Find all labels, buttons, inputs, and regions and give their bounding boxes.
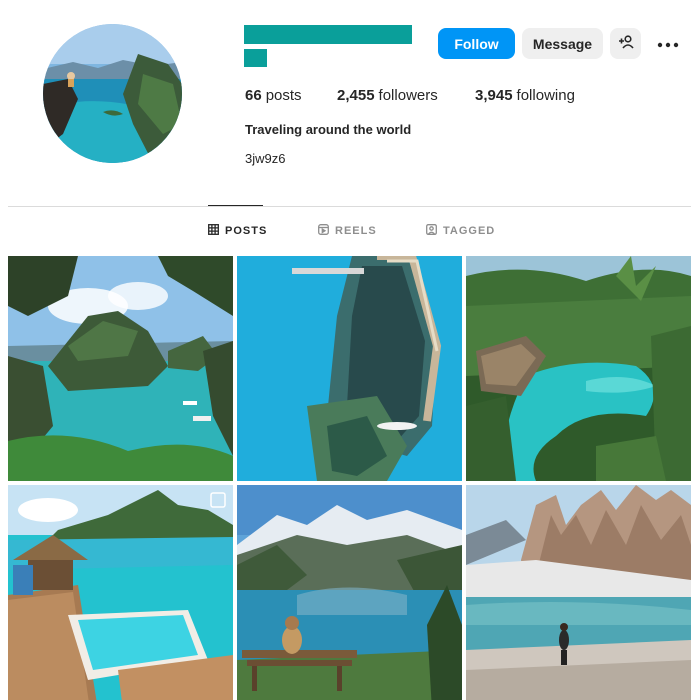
post-tile[interactable] (8, 485, 233, 700)
following-stat[interactable]: 3,945 following (475, 87, 575, 104)
post-image-shipwreck (237, 256, 462, 481)
followers-count: 2,455 (337, 87, 375, 104)
post-tile[interactable] (8, 256, 233, 481)
add-person-icon (618, 34, 634, 53)
post-image-alpine-lake (237, 485, 462, 700)
post-tile[interactable] (237, 485, 462, 700)
username-redacted-line2 (244, 49, 267, 67)
profile-handle: 3jw9z6 (245, 151, 286, 166)
more-options-icon (657, 35, 679, 53)
post-image-jungle-resort (466, 256, 691, 481)
posts-count: 66 (245, 87, 262, 104)
username-redacted (244, 25, 412, 44)
post-tile[interactable] (466, 485, 691, 700)
message-button[interactable]: Message (522, 28, 603, 59)
followers-stat[interactable]: 2,455 followers (337, 87, 438, 104)
more-options-button[interactable] (654, 33, 682, 55)
followers-label: followers (378, 87, 438, 104)
post-image-lagoon (8, 256, 233, 481)
post-image-bungalow (8, 485, 233, 700)
tab-tagged[interactable]: TAGGED (426, 224, 495, 238)
posts-stat: 66 posts (245, 87, 302, 104)
profile-bio: Traveling around the world (245, 122, 412, 137)
grid-icon (208, 224, 219, 238)
post-tile[interactable] (466, 256, 691, 481)
posts-label: posts (265, 87, 302, 104)
following-label: following (516, 87, 575, 104)
tab-tagged-label: TAGGED (443, 225, 496, 237)
tab-posts[interactable]: POSTS (208, 224, 267, 238)
tab-reels-label: REELS (335, 225, 377, 237)
reels-icon (318, 224, 329, 238)
profile-avatar[interactable] (43, 24, 182, 163)
tab-posts-label: POSTS (225, 225, 268, 237)
tab-reels[interactable]: REELS (318, 224, 377, 238)
tagged-icon (426, 224, 437, 238)
post-image-dolomites-lake (466, 485, 691, 700)
profile-tabs: POSTS REELS TAGGED (0, 224, 700, 240)
follow-button[interactable]: Follow (438, 28, 515, 59)
suggest-accounts-button[interactable] (610, 28, 641, 59)
active-tab-indicator (208, 205, 263, 206)
tabs-divider (8, 206, 691, 207)
post-tile[interactable] (237, 256, 462, 481)
following-count: 3,945 (475, 87, 513, 104)
